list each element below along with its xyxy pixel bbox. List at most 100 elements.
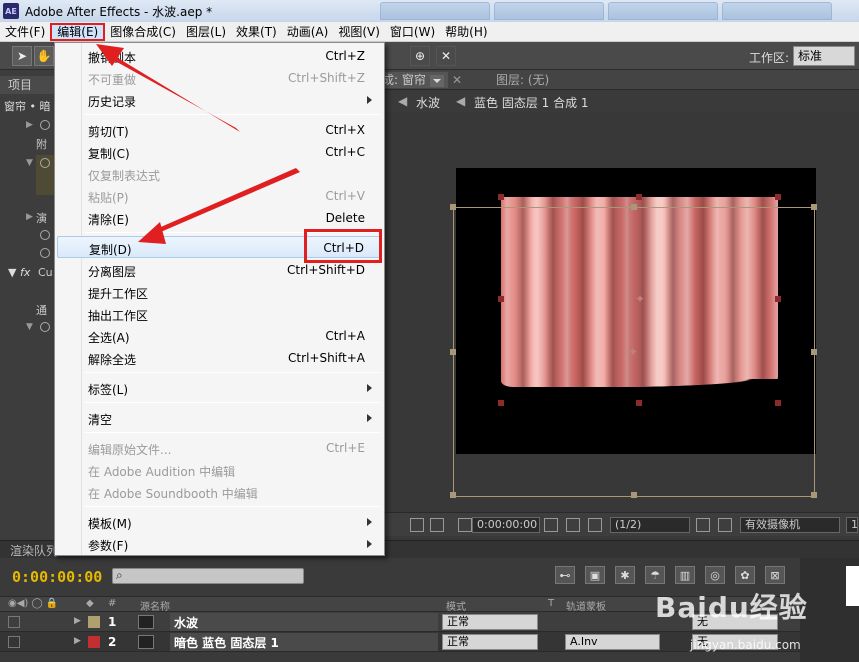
menu-item-preferences[interactable]: 参数(F) <box>57 533 382 555</box>
menu-item-history[interactable]: 历史记录 <box>57 89 382 111</box>
comp-mini-flowchart-icon[interactable]: ⊷ <box>555 566 575 584</box>
transform-handle[interactable] <box>775 400 781 406</box>
transform-handle[interactable] <box>498 400 504 406</box>
brainstorm-icon[interactable]: ✿ <box>735 566 755 584</box>
menu-animation[interactable]: 动画(A) <box>282 23 334 41</box>
menu-effect[interactable]: 效果(T) <box>231 23 282 41</box>
menu-item-cut[interactable]: 剪切(T) Ctrl+X <box>57 119 382 141</box>
transform-handle[interactable] <box>775 194 781 200</box>
menu-item-deselect-all[interactable]: 解除全选 Ctrl+Shift+A <box>57 347 382 369</box>
live-update-icon[interactable]: ▣ <box>585 566 605 584</box>
hide-shy-layers-icon[interactable]: ☂ <box>645 566 665 584</box>
menu-window[interactable]: 窗口(W) <box>385 23 440 41</box>
stopwatch-icon[interactable] <box>40 120 50 130</box>
menu-item-lift-work-area[interactable]: 提升工作区 <box>57 281 382 303</box>
hand-tool-icon[interactable]: ✋ <box>34 46 54 66</box>
transform-handle[interactable] <box>636 194 642 200</box>
background-tab[interactable] <box>380 2 490 20</box>
transform-handle[interactable] <box>631 204 637 210</box>
expand-triangle-icon[interactable]: ▶ <box>74 616 81 626</box>
stopwatch-icon[interactable] <box>40 158 50 168</box>
tab-project[interactable]: 项目 <box>0 76 58 94</box>
transform-handle[interactable] <box>450 204 456 210</box>
layer-name-field[interactable] <box>170 613 438 631</box>
close-tab-icon[interactable]: ✕ <box>452 72 462 88</box>
transform-handle[interactable] <box>450 349 456 355</box>
resolution-select[interactable]: (1/2) <box>610 517 690 533</box>
transform-handle[interactable] <box>636 400 642 406</box>
show-snapshot-icon[interactable] <box>566 518 580 532</box>
menu-item-clear[interactable]: 清除(E) Delete <box>57 207 382 229</box>
graph-editor-icon[interactable]: ⊠ <box>765 566 785 584</box>
transform-handle[interactable] <box>811 349 817 355</box>
transparency-grid-icon[interactable] <box>718 518 732 532</box>
menu-item-label-submenu[interactable]: 标签(L) <box>57 377 382 399</box>
camera-snapshot-icon[interactable] <box>544 518 558 532</box>
transform-handle[interactable] <box>811 204 817 210</box>
transform-handle[interactable] <box>811 492 817 498</box>
timeline-search-input[interactable] <box>112 568 304 584</box>
visibility-toggle[interactable] <box>8 616 20 628</box>
color-channels-icon[interactable] <box>588 518 602 532</box>
layer-label-color[interactable] <box>88 616 100 628</box>
breadcrumb-item[interactable]: 水波 <box>416 94 440 111</box>
menu-layer[interactable]: 图层(L) <box>181 23 231 41</box>
background-tab[interactable] <box>494 2 604 20</box>
layer-label-color[interactable] <box>88 636 100 648</box>
menu-file[interactable]: 文件(F) <box>0 23 50 41</box>
blend-mode-select[interactable]: 正常 <box>442 634 538 650</box>
menu-edit[interactable]: 编辑(E) <box>50 22 106 41</box>
transform-handle[interactable] <box>498 296 504 302</box>
menu-composition[interactable]: 图像合成(C) <box>105 23 181 41</box>
track-matte-select[interactable]: A.Inv <box>565 634 660 650</box>
visibility-toggle[interactable] <box>8 636 20 648</box>
expand-triangle-icon[interactable]: ▶ <box>26 120 33 130</box>
column-source-name[interactable]: 源名称 <box>140 598 170 613</box>
expand-triangle-icon[interactable]: ▼ <box>26 158 33 168</box>
workspace-select[interactable]: 标准 <box>793 46 855 66</box>
menu-item-templates[interactable]: 模板(M) <box>57 511 382 533</box>
menu-item-copy[interactable]: 复制(C) Ctrl+C <box>57 141 382 163</box>
layer-row[interactable]: ▶ 2 暗色 蓝色 固态层 1 正常 A.Inv 无 <box>0 632 800 652</box>
tab-layer[interactable]: 图层: (无) <box>496 72 549 88</box>
mask-toggle-icon[interactable] <box>458 518 472 532</box>
menu-item-undo[interactable]: 撤销副本 Ctrl+Z <box>57 45 382 67</box>
frame-blending-icon[interactable]: ▥ <box>675 566 695 584</box>
expand-triangle-icon[interactable]: ▼ <box>26 322 33 332</box>
stopwatch-icon[interactable] <box>40 322 50 332</box>
chevron-down-icon[interactable] <box>410 518 424 532</box>
blend-mode-select[interactable]: 正常 <box>442 614 538 630</box>
view-layout-select[interactable]: 1 <box>846 517 858 533</box>
expand-triangle-icon[interactable]: ▶ <box>26 212 33 222</box>
motion-blur-icon[interactable]: ◎ <box>705 566 725 584</box>
timeline-timecode[interactable]: 0:00:00:00 <box>12 568 102 586</box>
background-tab[interactable] <box>722 2 832 20</box>
menu-help[interactable]: 帮助(H) <box>440 23 492 41</box>
anchor-point-icon[interactable]: ✦ <box>635 292 645 306</box>
region-of-interest-icon[interactable] <box>696 518 710 532</box>
transform-handle[interactable] <box>450 492 456 498</box>
selection-tool-icon[interactable]: ➤ <box>12 46 32 66</box>
pin-icon[interactable]: ✕ <box>436 46 456 66</box>
chevron-down-icon[interactable] <box>429 74 444 87</box>
stopwatch-icon[interactable] <box>40 230 50 240</box>
background-tab[interactable] <box>608 2 718 20</box>
menu-item-extract-work-area[interactable]: 抽出工作区 <box>57 303 382 325</box>
anchor-point-icon[interactable]: ✦ <box>628 345 638 359</box>
fx-icon[interactable]: ▼ fx <box>8 266 30 279</box>
menu-view[interactable]: 视图(V) <box>333 23 385 41</box>
menu-item-select-all[interactable]: 全选(A) Ctrl+A <box>57 325 382 347</box>
active-camera-select[interactable]: 有效摄像机 <box>740 517 840 533</box>
snap-icon[interactable]: ⊕ <box>410 46 430 66</box>
stopwatch-icon[interactable] <box>40 248 50 258</box>
draft-3d-icon[interactable]: ✱ <box>615 566 635 584</box>
menu-item-purge[interactable]: 清空 <box>57 407 382 429</box>
expand-triangle-icon[interactable]: ▶ <box>74 636 81 646</box>
transform-handle[interactable] <box>631 492 637 498</box>
breadcrumb-item[interactable]: 蓝色 固态层 1 合成 1 <box>474 94 589 111</box>
tab-render-queue[interactable]: 渲染队列 <box>10 542 58 559</box>
current-time-field[interactable]: 0:00:00:00 <box>472 517 540 533</box>
transform-handle[interactable] <box>498 194 504 200</box>
transform-handle[interactable] <box>775 296 781 302</box>
grid-icon[interactable] <box>430 518 444 532</box>
